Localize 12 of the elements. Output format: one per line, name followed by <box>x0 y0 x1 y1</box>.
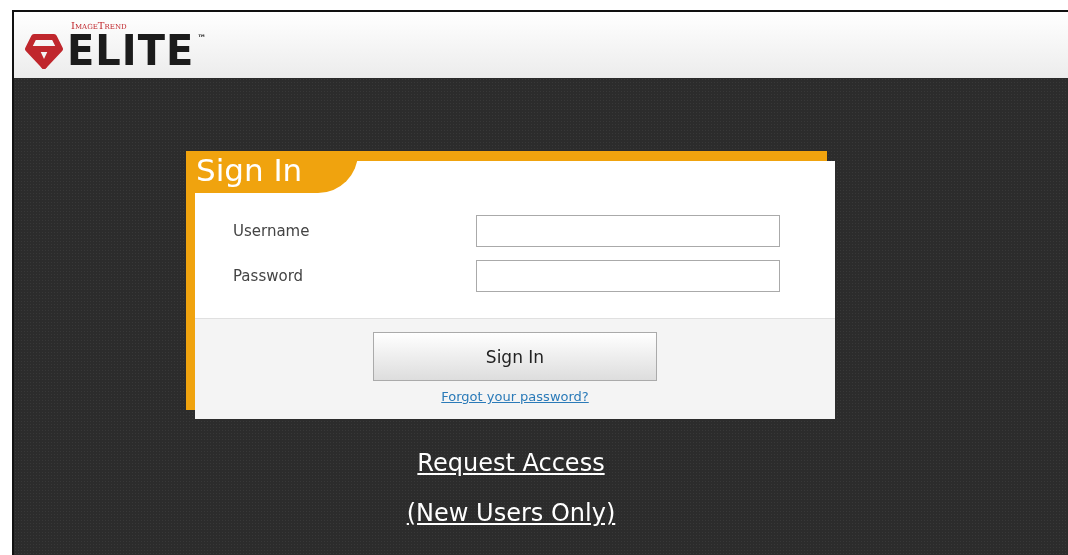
logo-emblem-icon <box>24 33 64 69</box>
sign-in-button[interactable]: Sign In <box>373 332 657 381</box>
new-users-link[interactable]: (New Users Only) <box>406 499 616 527</box>
field-label: Username <box>233 222 311 240</box>
logo-product: ELITE <box>67 30 195 70</box>
logo-brand: ImageTrend <box>71 21 128 31</box>
trademark: ™ <box>197 33 207 43</box>
request-access-link[interactable]: Request Access <box>417 449 605 477</box>
field-label: Password <box>233 267 305 285</box>
forgot-password-link[interactable]: Forgot your password? <box>441 389 589 404</box>
input-field[interactable] <box>476 215 780 247</box>
input-field[interactable] <box>476 260 780 292</box>
